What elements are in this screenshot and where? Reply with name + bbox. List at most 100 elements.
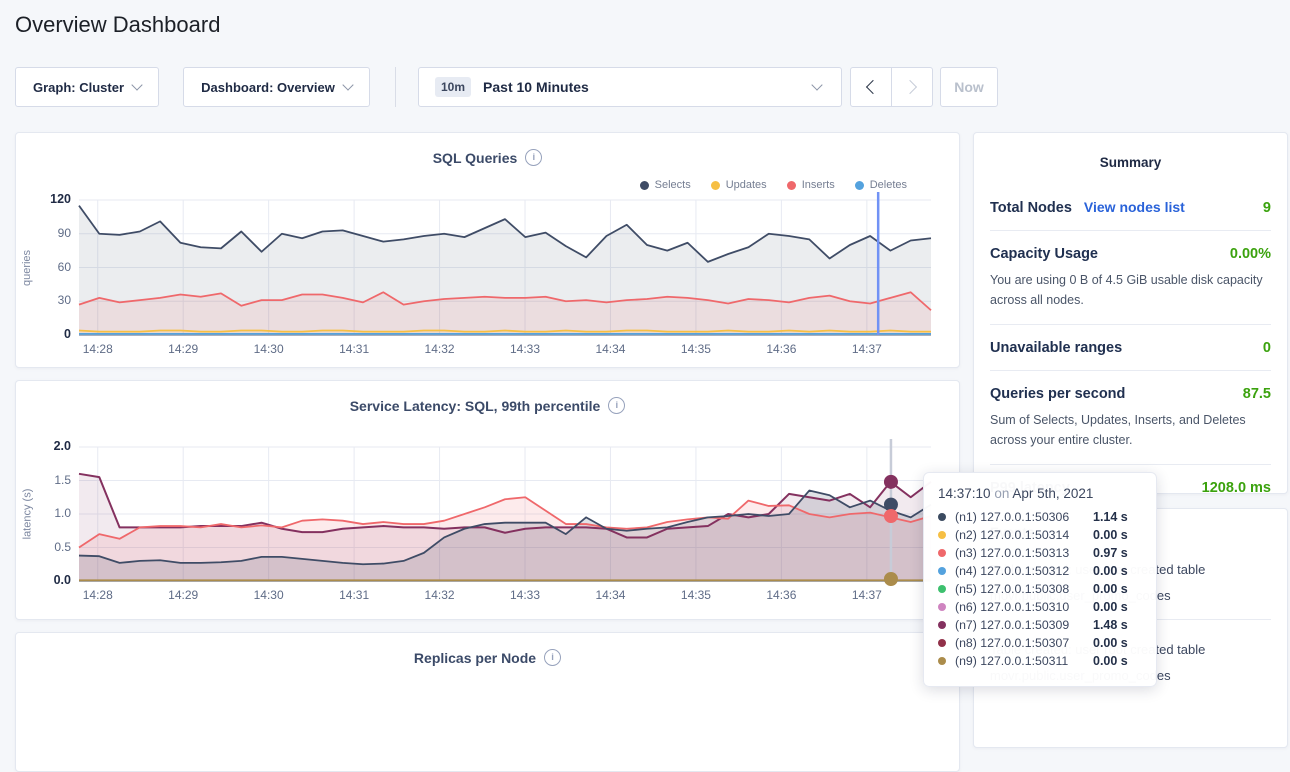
y-axis-label: queries [21, 249, 33, 285]
tooltip-conjunction: on [994, 486, 1009, 501]
summary-row: Total Nodes View nodes list 9 [990, 184, 1271, 231]
legend-label: Updates [726, 179, 767, 191]
chart-title-text: SQL Queries [433, 150, 518, 166]
summary-description: You are using 0 B of 4.5 GiB usable disk… [990, 270, 1271, 310]
node-address: (n4) 127.0.0.1:50312 [955, 564, 1093, 578]
tooltip-timestamp: 14:37:10 on Apr 5th, 2021 [938, 486, 1142, 501]
node-color-dot-icon [938, 567, 946, 575]
node-latency-value: 0.00 s [1093, 528, 1128, 542]
now-button-label: Now [954, 79, 984, 95]
x-tick-label: 14:36 [755, 342, 807, 356]
summary-value: 1208.0 ms [1202, 480, 1271, 496]
chevron-down-icon [342, 79, 353, 90]
time-range-badge: 10m [435, 77, 471, 97]
view-nodes-list-link[interactable]: View nodes list [1084, 199, 1185, 215]
service-latency-card: Service Latency: SQL, 99th percentile i … [15, 380, 960, 620]
chevron-down-icon [131, 79, 142, 90]
legend-item-updates[interactable]: Updates [711, 179, 767, 191]
node-color-dot-icon [938, 621, 946, 629]
legend-item-deletes[interactable]: Deletes [855, 179, 907, 191]
x-tick-label: 14:31 [328, 342, 380, 356]
x-tick-label: 14:37 [841, 342, 893, 356]
tooltip-row: (n1) 127.0.0.1:503061.14 s [938, 508, 1142, 526]
legend-item-inserts[interactable]: Inserts [787, 179, 835, 191]
summary-label: Capacity Usage [990, 246, 1098, 262]
summary-value: 0.00% [1230, 246, 1271, 262]
x-tick-label: 14:33 [499, 342, 551, 356]
node-color-dot-icon [938, 657, 946, 665]
node-address: (n7) 127.0.0.1:50309 [955, 618, 1093, 632]
y-tick-label: 1.5 [35, 473, 71, 487]
node-address: (n2) 127.0.0.1:50314 [955, 528, 1093, 542]
chevron-right-icon [903, 80, 917, 94]
legend-dot-icon [640, 181, 649, 190]
node-latency-value: 0.00 s [1093, 564, 1128, 578]
info-icon[interactable]: i [608, 397, 625, 414]
dashboard-dropdown[interactable]: Dashboard: Overview [183, 67, 370, 107]
graph-dropdown[interactable]: Graph: Cluster [15, 67, 159, 107]
info-icon[interactable]: i [544, 649, 561, 666]
x-tick-label: 14:28 [72, 342, 124, 356]
node-color-dot-icon [938, 513, 946, 521]
chart-title: Service Latency: SQL, 99th percentile i [16, 397, 959, 414]
x-tick-label: 14:32 [414, 588, 466, 602]
node-latency-value: 0.00 s [1093, 600, 1128, 614]
y-tick-label: 0 [35, 327, 71, 341]
node-latency-value: 1.48 s [1093, 618, 1128, 632]
node-latency-value: 0.00 s [1093, 636, 1128, 650]
chart-title: SQL Queries i [16, 149, 959, 166]
node-address: (n1) 127.0.0.1:50306 [955, 510, 1093, 524]
chart-title: Replicas per Node i [16, 649, 959, 666]
legend-item-selects[interactable]: Selects [640, 179, 691, 191]
summary-panel: Summary Total NodesView nodes list9Capac… [973, 132, 1288, 494]
legend-label: Inserts [802, 179, 835, 191]
x-tick-label: 14:35 [670, 342, 722, 356]
chart-title-text: Replicas per Node [414, 650, 536, 666]
time-window-prev-button[interactable] [850, 67, 892, 107]
sql-queries-plot[interactable]: 14:2814:2914:3014:3114:3214:3314:3414:35… [79, 200, 931, 335]
node-latency-value: 0.97 s [1093, 546, 1128, 560]
legend-label: Selects [655, 179, 691, 191]
dashboard-dropdown-label: Dashboard: Overview [201, 80, 335, 95]
page-title: Overview Dashboard [15, 12, 220, 38]
service-latency-plot[interactable]: 14:2814:2914:3014:3114:3214:3314:3414:35… [79, 447, 931, 581]
node-address: (n5) 127.0.0.1:50308 [955, 582, 1093, 596]
chevron-left-icon [866, 80, 880, 94]
tooltip-time: 14:37:10 [938, 486, 991, 501]
tooltip-row: (n2) 127.0.0.1:503140.00 s [938, 526, 1142, 544]
node-latency-value: 0.00 s [1093, 582, 1128, 596]
x-tick-label: 14:32 [414, 342, 466, 356]
summary-value: 87.5 [1243, 386, 1271, 402]
time-range-picker[interactable]: 10m Past 10 Minutes [418, 67, 842, 107]
time-window-next-button[interactable] [891, 67, 933, 107]
legend-dot-icon [855, 181, 864, 190]
node-color-dot-icon [938, 531, 946, 539]
node-address: (n6) 127.0.0.1:50310 [955, 600, 1093, 614]
tooltip-row: (n8) 127.0.0.1:503070.00 s [938, 634, 1142, 652]
now-button[interactable]: Now [940, 67, 998, 107]
summary-rows: Total Nodes View nodes list 9 Capacity Usag… [990, 184, 1271, 510]
x-tick-label: 14:35 [670, 588, 722, 602]
x-tick-label: 14:34 [584, 342, 636, 356]
summary-value: 9 [1263, 200, 1271, 216]
chevron-down-icon [811, 79, 822, 90]
node-address: (n3) 127.0.0.1:50313 [955, 546, 1093, 560]
tooltip-date: Apr 5th, 2021 [1012, 486, 1093, 501]
tooltip-rows: (n1) 127.0.0.1:503061.14 s(n2) 127.0.0.1… [938, 508, 1142, 670]
x-tick-label: 14:36 [755, 588, 807, 602]
summary-label: Total Nodes [990, 200, 1072, 216]
legend-label: Deletes [870, 179, 907, 191]
node-latency-value: 0.00 s [1093, 654, 1128, 668]
sql-queries-card: SQL Queries i Selects Updates Inserts Delet… [15, 132, 960, 368]
info-icon[interactable]: i [525, 149, 542, 166]
node-color-dot-icon [938, 639, 946, 647]
chart-hover-tooltip: 14:37:10 on Apr 5th, 2021 (n1) 127.0.0.1… [923, 472, 1157, 687]
x-tick-label: 14:30 [243, 342, 295, 356]
x-tick-label: 14:31 [328, 588, 380, 602]
summary-label: Queries per second [990, 386, 1125, 402]
node-color-dot-icon [938, 603, 946, 611]
node-address: (n9) 127.0.0.1:50311 [955, 654, 1093, 668]
summary-description: Sum of Selects, Updates, Inserts, and De… [990, 410, 1271, 450]
graph-dropdown-label: Graph: Cluster [33, 80, 124, 95]
tooltip-row: (n4) 127.0.0.1:503120.00 s [938, 562, 1142, 580]
